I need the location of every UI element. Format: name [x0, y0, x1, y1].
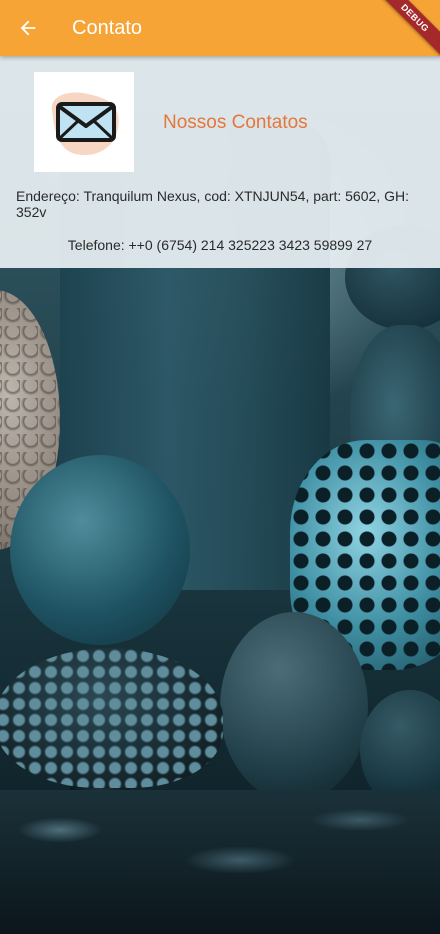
phone-text: Telefone: ++0 (6754) 214 325223 3423 598…: [67, 237, 373, 253]
address-text: Endereço: Tranquilum Nexus, cod: XTNJUN5…: [16, 188, 409, 220]
background-mushroom-cap: [0, 648, 223, 788]
background-sphere: [10, 455, 190, 645]
background-sphere: [220, 612, 368, 802]
arrow-back-icon: [20, 20, 36, 36]
app-bar: Contato: [0, 0, 440, 56]
contacts-heading: Nossos Contatos: [163, 112, 308, 133]
page-title: Contato: [72, 16, 143, 39]
back-button[interactable]: [0, 0, 56, 56]
background-ground: [0, 790, 440, 934]
contact-logo: [34, 72, 134, 172]
contact-panel: Nossos Contatos Endereço: Tranquilum Nex…: [0, 56, 440, 268]
envelope-icon: [51, 92, 119, 155]
